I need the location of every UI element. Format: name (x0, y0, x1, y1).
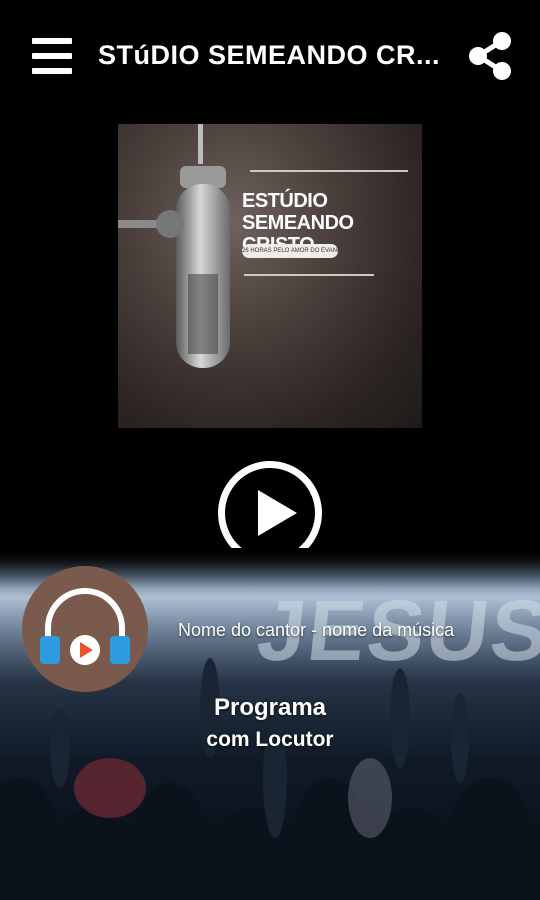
cover-divider-top (250, 170, 408, 172)
now-playing-song: Nome do cantor - nome da música (178, 620, 455, 640)
share-icon[interactable] (466, 30, 514, 82)
play-icon (258, 490, 297, 536)
station-avatar[interactable] (22, 566, 148, 692)
cover-tagline: 26 HORAS PELO AMOR DO EVANGELHO (242, 244, 338, 258)
hamburger-menu-icon[interactable] (28, 34, 76, 78)
app-bar: STúDIO SEMEANDO CR... (0, 0, 540, 112)
headphones-play-icon (40, 588, 130, 665)
program-title: Programa (213, 694, 327, 721)
program-host: com Locutor (206, 728, 334, 751)
station-cover-art: ESTÚDIO SEMEANDO CRISTO 26 HORAS PELO AM… (118, 124, 422, 428)
cover-title-line1: ESTÚDIO SEMEANDO (242, 190, 354, 234)
app-title: STúDIO SEMEANDO CR... (98, 40, 441, 70)
cover-divider-bottom (244, 274, 374, 276)
